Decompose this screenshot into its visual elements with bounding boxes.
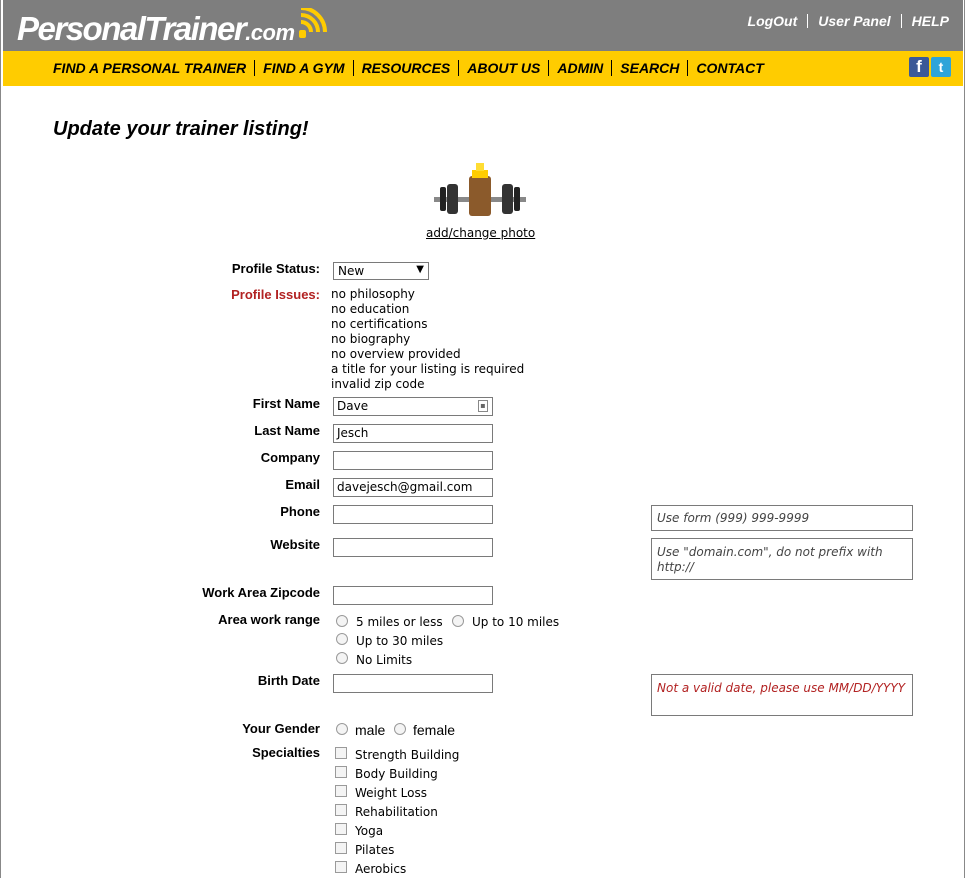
nav-find-gym[interactable]: FIND A GYM — [261, 60, 354, 76]
profile-status-value: New — [338, 264, 365, 278]
specialty-label: Pilates — [355, 843, 395, 857]
nav-admin[interactable]: ADMIN — [555, 60, 613, 76]
top-links: LogOut User Panel HELP — [738, 14, 949, 28]
site-logo[interactable]: Personal Trainer .com — [17, 8, 333, 46]
specialty-label: Aerobics — [355, 862, 407, 876]
nav-resources[interactable]: RESOURCES — [360, 60, 460, 76]
issue-item: no education — [331, 302, 410, 316]
twitter-icon[interactable]: t — [931, 57, 951, 77]
issue-item: no certifications — [331, 317, 428, 331]
birth-date-error: Not a valid date, please use MM/DD/YYYY — [651, 674, 913, 716]
main-nav: FIND A PERSONAL TRAINER FIND A GYM RESOU… — [3, 51, 963, 86]
phone-hint: Use form (999) 999-9999 — [651, 505, 913, 531]
company-field[interactable] — [333, 451, 493, 470]
gender-radio-female[interactable] — [394, 723, 406, 735]
specialty-checkbox[interactable] — [335, 823, 347, 835]
profile-issues-list: no philosophy no education no certificat… — [331, 287, 524, 392]
issue-item: no biography — [331, 332, 411, 346]
specialty-checkbox[interactable] — [335, 804, 347, 816]
specialty-checkbox[interactable] — [335, 766, 347, 778]
issue-item: a title for your listing is required — [331, 362, 525, 376]
profile-issues-label: Profile Issues: — [231, 287, 320, 302]
specialty-checkbox[interactable] — [335, 842, 347, 854]
nav-about-us[interactable]: ABOUT US — [465, 60, 550, 76]
logo-text-personal: Personal — [17, 10, 146, 47]
issue-item: no philosophy — [331, 287, 415, 301]
website-field[interactable] — [333, 538, 493, 557]
gender-radio-male[interactable] — [336, 723, 348, 735]
gender-option-label: male — [355, 722, 386, 738]
email-field[interactable]: davejesch@gmail.com — [333, 478, 493, 497]
company-label: Company — [260, 450, 320, 465]
specialty-label: Weight Loss — [355, 786, 427, 800]
range-option-label: Up to 30 miles — [356, 634, 444, 648]
last-name-label: Last Name — [254, 423, 320, 438]
profile-status-label: Profile Status: — [231, 261, 320, 276]
issue-item: no overview provided — [331, 347, 461, 361]
last-name-field[interactable]: Jesch — [333, 424, 493, 443]
specialty-label: Rehabilitation — [355, 805, 438, 819]
specialties-label: Specialties — [252, 745, 320, 760]
range-option-label: Up to 10 miles — [472, 615, 560, 629]
range-radio-10[interactable] — [452, 615, 464, 627]
change-photo-link[interactable]: add/change photo — [426, 226, 535, 240]
gender-label: Your Gender — [242, 721, 320, 736]
site-header: Personal Trainer .com LogOut User Panel … — [3, 0, 963, 51]
contact-card-icon[interactable]: ▪ — [478, 400, 488, 412]
logout-link[interactable]: LogOut — [738, 14, 808, 28]
specialty-label: Body Building — [355, 767, 438, 781]
help-link[interactable]: HELP — [900, 14, 949, 28]
range-radio-5[interactable] — [336, 615, 348, 627]
nav-find-trainer[interactable]: FIND A PERSONAL TRAINER — [51, 60, 256, 76]
range-radio-30[interactable] — [336, 633, 348, 645]
broadcast-icon — [298, 8, 327, 38]
specialty-label: Yoga — [355, 824, 384, 838]
birth-date-field[interactable] — [333, 674, 493, 693]
website-hint: Use "domain.com", do not prefix with htt… — [651, 538, 913, 580]
first-name-value: Dave — [337, 399, 369, 413]
profile-status-select[interactable]: New ▼ — [333, 262, 429, 280]
social-links: f t — [909, 57, 951, 77]
facebook-icon[interactable]: f — [909, 57, 929, 77]
range-option-label: 5 miles or less — [356, 615, 443, 629]
issue-item: invalid zip code — [331, 377, 425, 391]
gender-option-label: female — [413, 722, 456, 738]
range-option-label: No Limits — [356, 653, 413, 667]
logo-text-dotcom: .com — [245, 20, 295, 45]
nav-search[interactable]: SEARCH — [618, 60, 689, 76]
specialty-label: Strength Building — [355, 748, 460, 762]
nav-contact[interactable]: CONTACT — [694, 60, 771, 76]
user-panel-link[interactable]: User Panel — [807, 14, 900, 28]
first-name-label: First Name — [252, 396, 320, 411]
phone-label: Phone — [280, 504, 320, 519]
email-label: Email — [285, 477, 320, 492]
phone-field[interactable] — [333, 505, 493, 524]
specialty-checkbox[interactable] — [335, 785, 347, 797]
birth-date-label: Birth Date — [257, 673, 320, 688]
work-range-label: Area work range — [218, 612, 320, 627]
chevron-down-icon: ▼ — [416, 264, 424, 275]
profile-photo[interactable] — [432, 160, 528, 220]
specialty-checkbox[interactable] — [335, 747, 347, 759]
page-title: Update your trainer listing! — [53, 118, 309, 140]
first-name-field[interactable]: Dave ▪ — [333, 397, 493, 416]
specialty-checkbox[interactable] — [335, 861, 347, 873]
logo-text-trainer: Trainer — [144, 10, 246, 47]
zipcode-field[interactable] — [333, 586, 493, 605]
website-label: Website — [270, 537, 320, 552]
range-radio-nolimit[interactable] — [336, 652, 348, 664]
zipcode-label: Work Area Zipcode — [202, 585, 320, 600]
